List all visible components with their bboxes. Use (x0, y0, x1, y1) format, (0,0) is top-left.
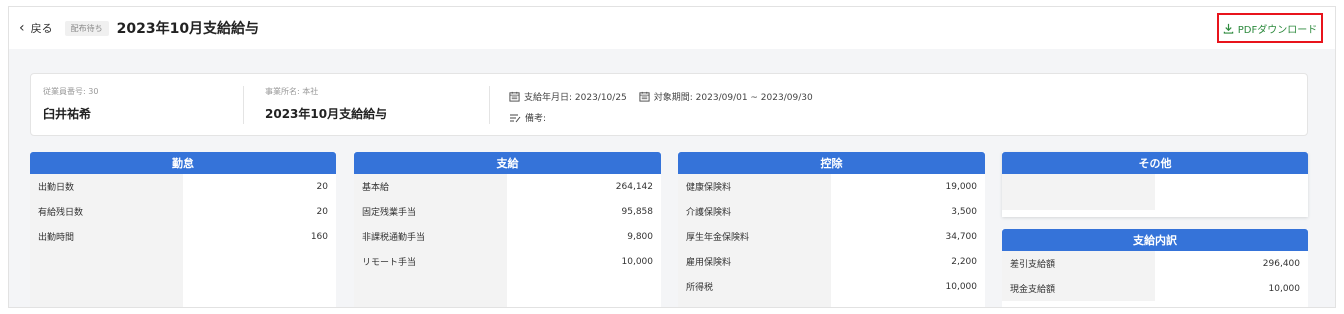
table-row: 厚生年金保険料 34,700 (678, 224, 985, 249)
table-row: 健康保険料 19,000 (678, 174, 985, 199)
row-value: 296,400 (1262, 258, 1300, 269)
download-icon (1223, 23, 1233, 34)
row-label: 固定残業手当 (354, 199, 507, 224)
table-row: 現金支給額 10,000 (1002, 276, 1308, 301)
table-row: 固定残業手当 95,858 (354, 199, 661, 224)
status-badge: 配布待ち (64, 20, 109, 36)
note-line: 備考: (509, 111, 546, 124)
payroll-name: 2023年10月支給給与 (265, 107, 388, 121)
office-block: 事業所名: 本社 2023年10月支給給与 (265, 86, 387, 122)
divider (243, 86, 244, 124)
pdf-download-button[interactable]: PDFダウンロード (1217, 13, 1323, 43)
main-content: 従業員番号: 30 臼井祐希 事業所名: 本社 2023年10月支給給与 支給年… (9, 49, 1335, 307)
pay-date: 支給年月日: 2023/10/25 (524, 93, 627, 103)
employee-name: 臼井祐希 (43, 107, 92, 121)
row-value: 95,858 (621, 206, 654, 217)
calendar-icon (639, 91, 650, 102)
note-label: 備考: (525, 114, 547, 124)
employee-block: 従業員番号: 30 臼井祐希 (43, 86, 98, 122)
date-line: 支給年月日: 2023/10/25 対象期間: 2023/09/01 ~ 202… (509, 90, 813, 103)
target-period: 対象期間: 2023/09/01 ~ 2023/09/30 (653, 93, 813, 103)
row-value: 20 (316, 206, 328, 217)
table-row: 出勤日数 20 (30, 174, 336, 199)
row-label: 有給残日数 (30, 199, 183, 224)
pdf-download-label: PDFダウンロード (1237, 24, 1318, 36)
row-label: 雇用保険料 (678, 249, 831, 274)
row-label: 所得税 (678, 274, 831, 299)
row-value: 19,000 (945, 181, 978, 192)
breakdown-header: 支給内訳 (1002, 229, 1308, 251)
row-value: 10,000 (621, 256, 654, 267)
table-row: 出勤時間 160 (30, 224, 336, 249)
table-row: 有給残日数 20 (30, 199, 336, 224)
row-label: 厚生年金保険料 (678, 224, 831, 249)
table-row: 基本給 264,142 (354, 174, 661, 199)
row-value: 2,200 (951, 256, 977, 267)
table-row: 差引支給額 296,400 (1002, 251, 1308, 276)
breakdown-panel: 支給内訳 差引支給額 296,400 現金支給額 10,000 (1002, 229, 1308, 307)
row-value: 3,500 (951, 206, 977, 217)
row-label: 出勤日数 (30, 174, 183, 199)
row-label: リモート手当 (354, 249, 507, 274)
payslip-window: ‹ 戻る 配布待ち 2023年10月支給給与 PDFダウンロード 従業員番号: … (8, 6, 1336, 308)
table-row: 雇用保険料 2,200 (678, 249, 985, 274)
table-row: 非課税通勤手当 9,800 (354, 224, 661, 249)
employee-number: 従業員番号: 30 (43, 87, 99, 96)
table-row: リモート手当 10,000 (354, 249, 661, 274)
chevron-left-icon: ‹ (19, 20, 25, 36)
employee-info-card: 従業員番号: 30 臼井祐希 事業所名: 本社 2023年10月支給給与 支給年… (30, 73, 1308, 136)
table-row: 所得税 10,000 (678, 274, 985, 299)
attendance-panel: 勤怠 出勤日数 20 有給残日数 20 出勤時間 160 (30, 152, 336, 307)
row-label: 非課税通勤手当 (354, 224, 507, 249)
attendance-header: 勤怠 (30, 152, 336, 174)
deduction-header: 控除 (678, 152, 985, 174)
row-value: 160 (310, 231, 328, 242)
row-label: 出勤時間 (30, 224, 183, 249)
deduction-panel: 控除 健康保険料 19,000 介護保険料 3,500 厚生年金保険料 34,7… (678, 152, 985, 307)
row-label: 現金支給額 (1002, 276, 1155, 301)
row-label: 健康保険料 (678, 174, 831, 199)
row-value: 264,142 (615, 181, 653, 192)
row-value: 9,800 (627, 231, 653, 242)
row-value: 34,700 (945, 231, 978, 242)
row-value: 20 (316, 181, 328, 192)
table-row (1002, 174, 1308, 210)
row-label: 差引支給額 (1002, 251, 1155, 276)
row-value: 10,000 (1268, 283, 1301, 294)
table-row: 介護保険料 3,500 (678, 199, 985, 224)
row-value: 10,000 (945, 281, 978, 292)
note-icon (509, 113, 521, 123)
office-name: 事業所名: 本社 (265, 87, 319, 96)
divider (489, 86, 490, 124)
top-bar: ‹ 戻る 配布待ち 2023年10月支給給与 PDFダウンロード (9, 7, 1335, 49)
row-label: 基本給 (354, 174, 507, 199)
payment-header: 支給 (354, 152, 661, 174)
back-button[interactable]: ‹ 戻る (19, 20, 53, 36)
other-panel: その他 (1002, 152, 1308, 217)
other-header: その他 (1002, 152, 1308, 174)
back-label: 戻る (30, 22, 53, 35)
row-label: 介護保険料 (678, 199, 831, 224)
payment-panel: 支給 基本給 264,142 固定残業手当 95,858 非課税通勤手当 9,8… (354, 152, 661, 307)
calendar-icon (509, 91, 520, 102)
page-title: 2023年10月支給給与 (116, 21, 260, 37)
